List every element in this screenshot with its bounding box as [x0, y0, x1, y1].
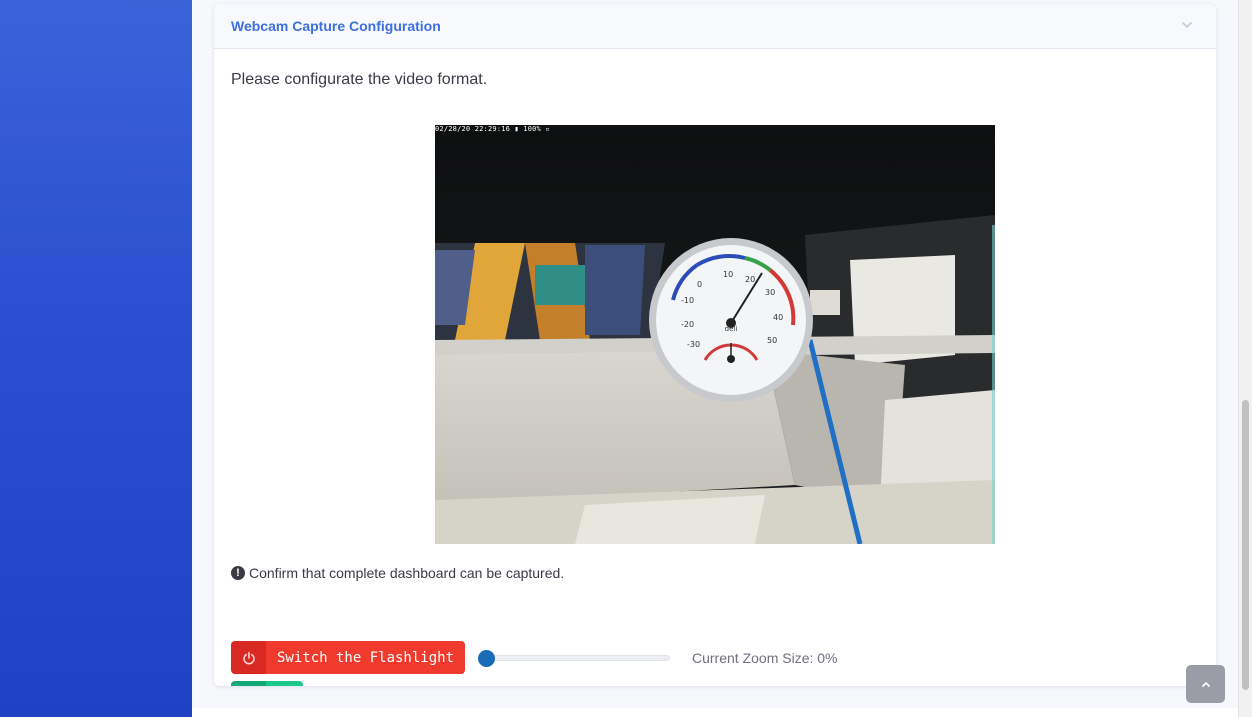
check-circle-icon — [231, 681, 266, 686]
switch-flashlight-label: Switch the Flashlight — [266, 641, 466, 674]
notice-text: Confirm that complete dashboard can be c… — [249, 565, 565, 581]
svg-text:deli: deli — [725, 325, 738, 333]
svg-text:10: 10 — [723, 270, 733, 279]
scroll-to-top-button[interactable] — [1186, 665, 1225, 703]
power-icon — [231, 641, 266, 674]
switch-flashlight-button[interactable]: Switch the Flashlight — [231, 641, 466, 674]
scrollbar-thumb[interactable] — [1242, 400, 1249, 690]
zoom-size-label: Current Zoom Size: 0% — [692, 650, 838, 666]
webcam-preview: deli -10 -20 -30 0 10 20 30 40 50 02/28/… — [435, 125, 995, 544]
ok-label: OK — [266, 681, 303, 686]
zoom-slider-thumb[interactable] — [478, 650, 495, 667]
angle-up-icon — [1201, 682, 1210, 687]
svg-text:-30: -30 — [687, 340, 700, 349]
webcam-config-card: Webcam Capture Configuration Please conf… — [214, 4, 1216, 686]
preview-timestamp-overlay: 02/28/20 22:29:16 ▮ 100% ▫ — [435, 125, 550, 133]
zoom-slider-track[interactable] — [486, 655, 670, 661]
ok-button[interactable]: OK — [231, 681, 303, 686]
capture-notice: ! Confirm that complete dashboard can be… — [231, 565, 564, 581]
svg-text:20: 20 — [745, 275, 755, 284]
zoom-slider[interactable] — [478, 649, 670, 667]
svg-text:40: 40 — [773, 313, 783, 322]
card-title: Webcam Capture Configuration — [231, 18, 441, 34]
svg-text:0: 0 — [697, 280, 702, 289]
card-header[interactable]: Webcam Capture Configuration — [214, 4, 1216, 49]
svg-text:-10: -10 — [681, 296, 694, 305]
webcam-frame-image: deli -10 -20 -30 0 10 20 30 40 50 — [435, 125, 995, 544]
sidebar — [0, 0, 192, 717]
exclamation-circle-icon: ! — [231, 566, 245, 580]
svg-text:30: 30 — [765, 288, 775, 297]
page-scrollbar[interactable] — [1238, 0, 1252, 717]
svg-text:50: 50 — [767, 336, 777, 345]
chevron-down-icon[interactable] — [1180, 18, 1194, 32]
intro-text: Please configurate the video format. — [231, 71, 488, 88]
svg-text:-20: -20 — [681, 320, 694, 329]
footer-strip — [192, 708, 1238, 717]
main-content: Webcam Capture Configuration Please conf… — [192, 0, 1238, 717]
